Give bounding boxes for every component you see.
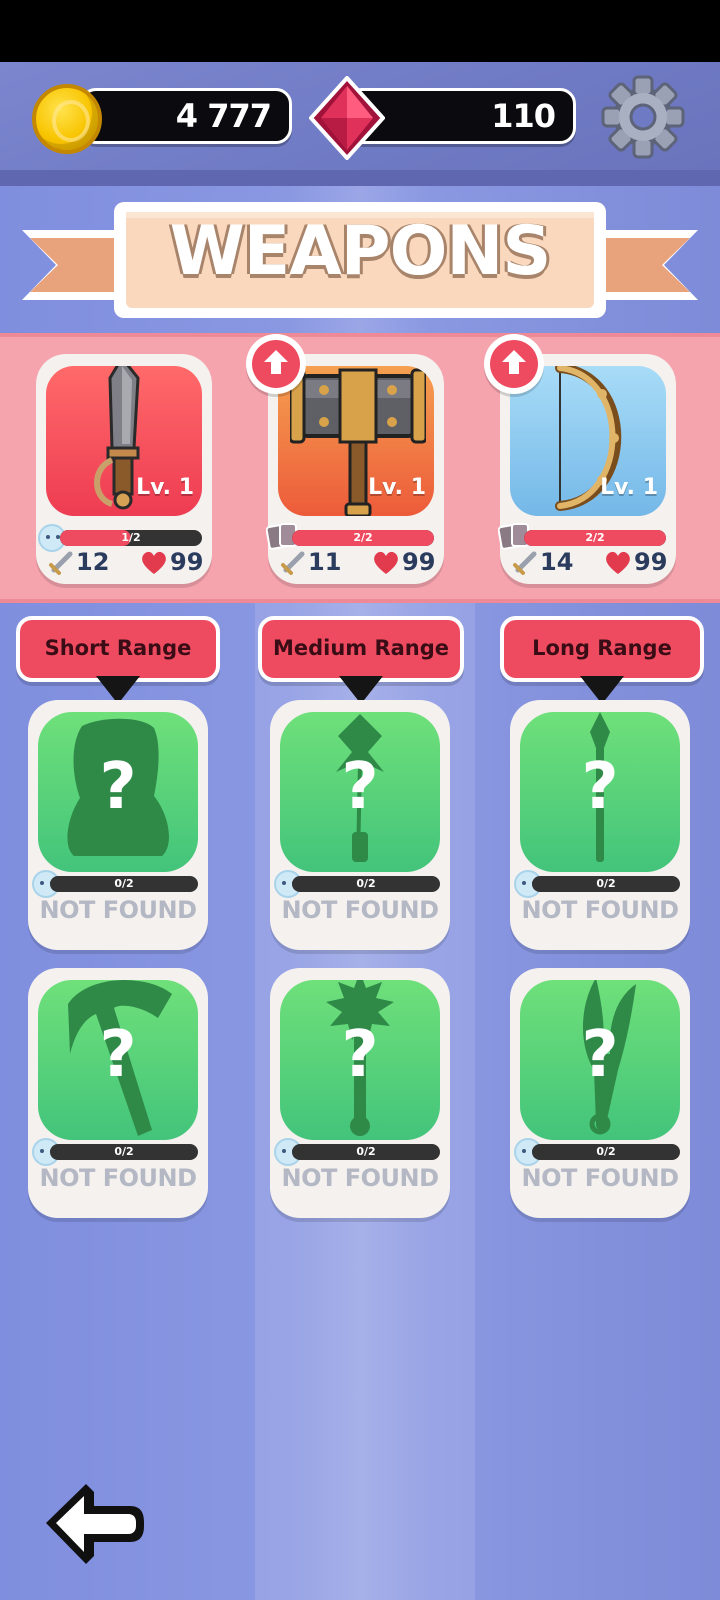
gem-icon [309,76,385,160]
locked-weapon-card[interactable]: ? 0/2 NOT FOUND [28,968,208,1218]
range-tab-short[interactable]: Short Range [16,616,220,704]
sword-icon [281,551,305,575]
attack-value: 12 [76,548,110,576]
arrow-up-icon [502,350,526,374]
level-label: Lv. 1 [136,475,194,500]
not-found-label: NOT FOUND [521,1164,679,1192]
locked-progress-text: 0/2 [114,1145,134,1158]
level-label: Lv. 1 [600,475,658,500]
back-arrow-button[interactable] [38,1478,148,1568]
locked-art: ? [38,980,198,1140]
coin-value: 4 777 [175,97,272,135]
locked-art: ? [38,712,198,872]
attack-value: 14 [540,548,574,576]
heart-icon [142,551,166,574]
locked-progress-text: 0/2 [356,877,376,890]
question-mark: ? [341,750,379,824]
question-mark: ? [581,750,619,824]
card-art: Lv. 1 [46,366,202,516]
question-mark: ? [581,1018,619,1092]
locked-progress: 0/2 [50,876,198,892]
range-tab-long[interactable]: Long Range [500,616,704,704]
sword-icon [513,551,537,575]
locked-weapon-card[interactable]: ? 0/2 NOT FOUND [510,968,690,1218]
page-title: WEAPONS [169,212,552,291]
locked-weapon-card[interactable]: ? 0/2 NOT FOUND [510,700,690,950]
card-art: Lv. 1 [278,366,434,516]
upgrade-button-hammer[interactable] [246,334,306,394]
locked-progress-text: 0/2 [596,1145,616,1158]
locked-progress-text: 0/2 [596,877,616,890]
locked-weapon-card[interactable]: ? 0/2 NOT FOUND [270,968,450,1218]
health-value: 99 [402,548,436,576]
not-found-label: NOT FOUND [281,896,439,924]
card-progress: 2/2 [524,530,666,546]
attack-value: 11 [308,548,342,576]
progress-text: 2/2 [585,531,605,544]
locked-progress: 0/2 [292,876,440,892]
question-mark: ? [341,1018,379,1092]
status-bar [0,0,720,62]
arrow-up-icon [264,350,288,374]
locked-progress-text: 0/2 [356,1145,376,1158]
locked-progress: 0/2 [532,1144,680,1160]
coin-icon [32,84,102,154]
settings-gear-icon[interactable] [600,74,686,160]
question-mark: ? [99,750,137,824]
progress-text: 1/2 [121,531,141,544]
card-progress: 1/2 [60,530,202,546]
not-found-label: NOT FOUND [39,1164,197,1192]
not-found-label: NOT FOUND [521,896,679,924]
progress-text: 2/2 [353,531,373,544]
locked-progress: 0/2 [50,1144,198,1160]
locked-progress: 0/2 [532,876,680,892]
coin-counter: 4 777 [80,88,292,144]
locked-art: ? [280,712,440,872]
top-bar-edge [0,170,720,186]
health-value: 99 [634,548,668,576]
range-tab-medium[interactable]: Medium Range [258,616,464,704]
locked-art: ? [520,712,680,872]
equipped-card-hammer[interactable]: Lv. 1 2/2 11 99 [266,354,444,584]
sword-icon [49,551,73,575]
heart-icon [606,551,630,574]
locked-art: ? [280,980,440,1140]
equipped-card-dagger[interactable]: Lv. 1 1/2 12 99 [36,354,212,584]
level-label: Lv. 1 [368,475,426,500]
heart-icon [374,551,398,574]
card-art: Lv. 1 [510,366,666,516]
locked-weapon-card[interactable]: ? 0/2 NOT FOUND [270,700,450,950]
not-found-label: NOT FOUND [281,1164,439,1192]
upgrade-button-bow[interactable] [484,334,544,394]
card-progress: 2/2 [292,530,434,546]
locked-progress-text: 0/2 [114,877,134,890]
locked-art: ? [520,980,680,1140]
locked-progress: 0/2 [292,1144,440,1160]
locked-weapon-card[interactable]: ? 0/2 NOT FOUND [28,700,208,950]
gem-value: 110 [491,97,556,135]
question-mark: ? [99,1018,137,1092]
health-value: 99 [170,548,204,576]
not-found-label: NOT FOUND [39,896,197,924]
